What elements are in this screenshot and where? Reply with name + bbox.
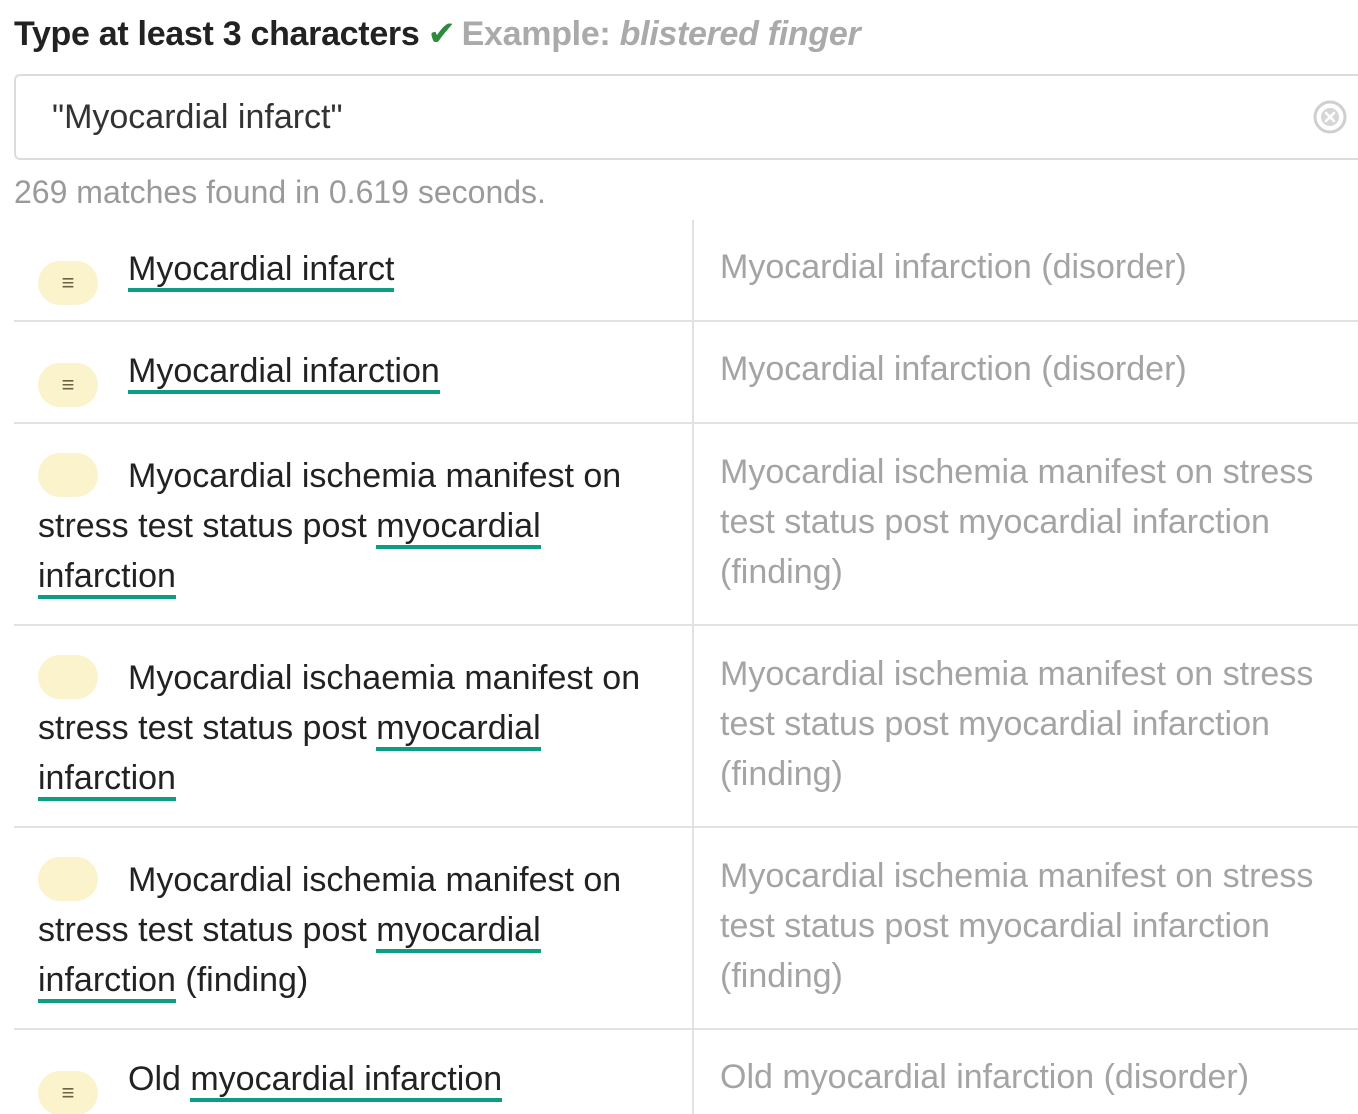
menu-lines-icon: ≡ <box>38 1071 98 1114</box>
table-row[interactable]: ≡ Myocardial infarction Myocardial infarc… <box>14 322 1358 424</box>
term-match-highlight: Myocardial infarction <box>128 352 440 394</box>
result-concept: Old myocardial infarction (disorder) <box>720 1058 1250 1096</box>
result-term[interactable]: Myocardial ischemia manifest on stress t… <box>38 451 674 601</box>
search-page: Type at least 3 characters ✔ Example: blis… <box>0 0 1358 1114</box>
checkmark-icon: ✔ <box>427 15 456 53</box>
match-count-status: 269 matches found in 0.619 seconds. <box>14 174 546 210</box>
column-divider <box>692 828 694 1028</box>
result-concept: Myocardial infarction (disorder) <box>720 248 1187 286</box>
term-match-highlight: Myocardial infarct <box>128 250 395 292</box>
term-match-highlight: infarction <box>38 557 176 599</box>
term-match-highlight: myocardial infarction <box>190 1060 503 1102</box>
result-concept: Myocardial ischemia manifest on stress t… <box>720 453 1314 591</box>
table-row[interactable]: ≡ Old myocardial infarction Old myocardia… <box>14 1030 1358 1114</box>
menu-lines-icon: ≡ <box>38 261 98 305</box>
result-term[interactable]: ≡ Myocardial infarct <box>38 244 674 305</box>
result-term[interactable]: ≡ Myocardial infarction <box>38 346 674 407</box>
table-row[interactable]: Myocardial ischaemia manifest on stress … <box>14 626 1358 828</box>
term-type-badge <box>38 655 98 699</box>
result-concept: Myocardial infarction (disorder) <box>720 350 1187 388</box>
term-text: (finding) <box>175 961 309 999</box>
column-divider <box>692 1030 694 1114</box>
prompt-example-label: Example: <box>461 15 611 53</box>
term-match-highlight: myocardial <box>376 709 541 751</box>
search-prompt: Type at least 3 characters ✔ Example: blis… <box>14 12 861 56</box>
term-type-badge <box>38 453 98 497</box>
results-table: ≡ Myocardial infarct Myocardial infarctio… <box>14 220 1358 1114</box>
column-divider <box>692 322 694 422</box>
prompt-instruction: Type at least 3 characters <box>14 15 420 53</box>
term-match-highlight: infarction <box>38 961 176 1003</box>
term-match-highlight: myocardial <box>376 507 541 549</box>
search-input[interactable] <box>52 90 1252 144</box>
search-box <box>14 74 1358 160</box>
table-row[interactable]: Myocardial ischemia manifest on stress t… <box>14 424 1358 626</box>
term-text: Old <box>128 1060 191 1098</box>
result-term[interactable]: Myocardial ischemia manifest on stress t… <box>38 855 674 1005</box>
term-type-badge <box>38 857 98 901</box>
term-text: Myocardial ischaemia manifest on stress … <box>38 659 641 747</box>
result-concept: Myocardial ischemia manifest on stress t… <box>720 655 1314 793</box>
prompt-example-value: blistered finger <box>619 15 861 53</box>
column-divider <box>692 626 694 826</box>
result-term[interactable]: ≡ Old myocardial infarction <box>38 1054 674 1114</box>
column-divider <box>692 220 694 320</box>
table-row[interactable]: Myocardial ischemia manifest on stress t… <box>14 828 1358 1030</box>
term-match-highlight: myocardial <box>376 911 541 953</box>
result-term[interactable]: Myocardial ischaemia manifest on stress … <box>38 653 674 803</box>
column-divider <box>692 424 694 624</box>
result-concept: Myocardial ischemia manifest on stress t… <box>720 857 1314 995</box>
term-match-highlight: infarction <box>38 759 176 801</box>
table-row[interactable]: ≡ Myocardial infarct Myocardial infarctio… <box>14 220 1358 322</box>
menu-lines-icon: ≡ <box>38 363 98 407</box>
clear-circle-x-icon[interactable] <box>1312 99 1348 135</box>
